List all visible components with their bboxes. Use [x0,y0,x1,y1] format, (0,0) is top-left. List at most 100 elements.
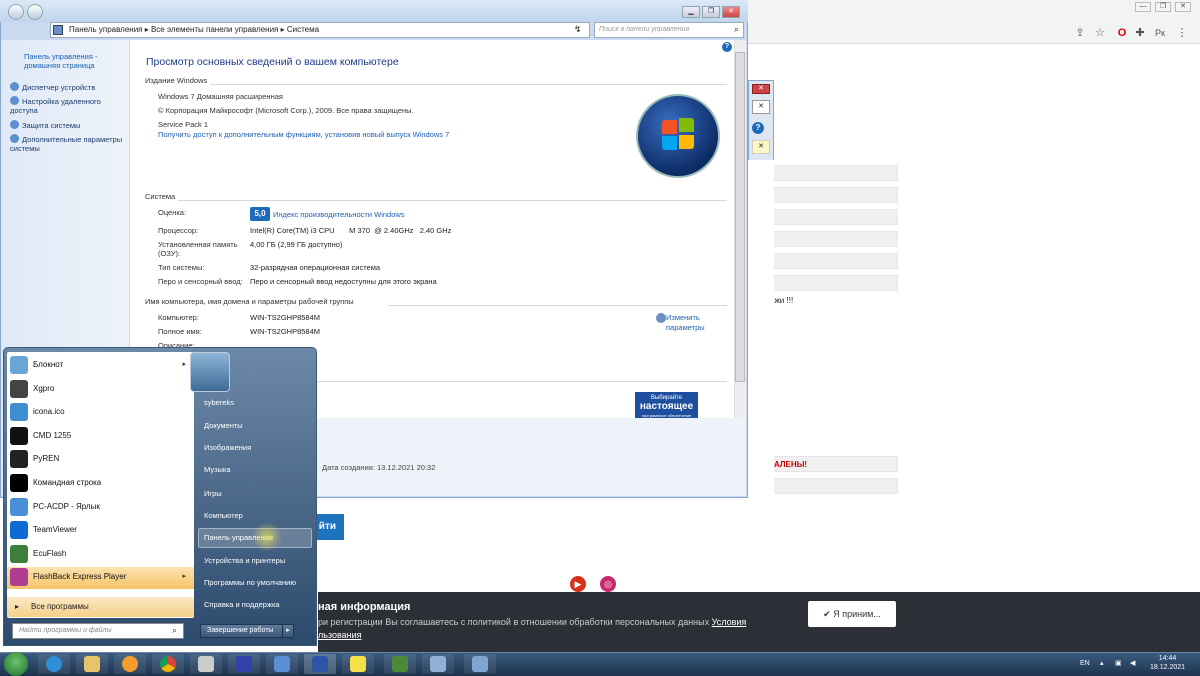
advanced-settings-link[interactable]: Дополнительные параметры системы [10,134,128,153]
close-icon[interactable]: ✕ [752,100,770,114]
share-icon[interactable]: ⇪ [1073,26,1087,40]
windows-logo [636,94,720,178]
app-taskbar-button[interactable] [384,654,416,674]
close-icon[interactable]: ✕ [752,84,770,94]
terms-link-cont[interactable]: льзования [318,630,362,640]
start-menu-link[interactable]: Программы по умолчанию [204,578,296,587]
app-taskbar-button[interactable] [342,654,374,674]
network-icon[interactable]: ▣ [1115,659,1122,667]
start-menu-link[interactable]: Изображения [204,443,251,452]
terms-link[interactable]: Условия [712,617,747,627]
breadcrumb-item[interactable]: Панель управления [69,25,143,34]
browser-minimize-button[interactable]: — [1135,2,1151,12]
back-button[interactable] [8,4,24,20]
program-item[interactable]: Блокнот ▸ [7,354,194,376]
app-taskbar-button[interactable] [422,654,454,674]
all-programs-button[interactable]: ▸ Все программы [7,597,194,617]
program-item[interactable]: CMD 1255 [7,425,194,447]
app-icon [198,656,214,672]
language-indicator[interactable]: EN [1080,660,1090,667]
form-field[interactable] [770,275,898,291]
help-icon[interactable]: ? [722,42,732,52]
start-menu-link[interactable]: Документы [204,421,243,430]
search-icon[interactable]: ⌕ [734,24,739,35]
close-icon[interactable]: ✕ [752,140,770,154]
change-settings-link[interactable]: Изменить параметры [666,313,716,333]
form-field[interactable] [770,187,898,203]
app-taskbar-button[interactable] [464,654,496,674]
program-item[interactable]: PyREN [7,448,194,470]
chrome-taskbar-button[interactable] [152,654,184,674]
program-item[interactable]: icona.ico [7,401,194,423]
program-item[interactable]: TeamViewer [7,519,194,541]
program-icon [10,356,28,374]
start-search-input[interactable]: Найти программы и файлы [12,623,184,639]
program-item[interactable]: Xgpro [7,378,194,400]
shutdown-options-icon[interactable]: ▸ [282,624,294,638]
maximize-button[interactable]: ❐ [702,6,720,18]
scrollbar-thumb[interactable] [735,52,745,382]
program-item[interactable]: EcuFlash [7,543,194,565]
program-item[interactable]: Командная строка [7,472,194,494]
start-button[interactable] [4,652,28,676]
start-menu-link[interactable]: Компьютер [204,511,243,520]
search-input[interactable]: Поиск в панели управления [594,22,744,38]
browser-restore-button[interactable]: ❐ [1155,2,1171,12]
form-field[interactable] [770,231,898,247]
star-icon[interactable]: ☆ [1093,26,1107,40]
control-panel-home-link[interactable]: Панель управления - домашняя страница [24,52,124,70]
minimize-button[interactable]: ▁ [682,6,700,18]
start-menu-link[interactable]: Устройства и принтеры [204,556,285,565]
browser-close-button[interactable]: ✕ [1175,2,1191,12]
form-field[interactable] [770,165,898,181]
extensions-icon[interactable]: ✚ [1133,26,1147,40]
shield-icon [10,96,19,105]
ram-label: Установленная память (ОЗУ): [158,240,238,258]
program-item[interactable]: PC-ACDP - Ярлык [7,496,194,518]
start-menu-link[interactable]: Игры [204,489,222,498]
clock[interactable]: 14:44 18.12.2021 [1150,654,1185,672]
genuine-software-badge[interactable]: Выбирайте настоящее программное обеспечени… [635,392,698,418]
app-taskbar-button[interactable] [266,654,298,674]
created-date: Дата создания: 13.12.2021 20:32 [322,463,436,472]
accept-button[interactable]: ✔ Я приним... [808,601,896,627]
pen-label: Перо и сенсорный ввод: [158,277,243,286]
program-icon [10,426,28,445]
breadcrumb-item[interactable]: Все элементы панели управления [151,25,278,34]
breadcrumb-item[interactable]: Система [287,25,319,34]
remote-access-link[interactable]: Настройка удаленного доступа [10,96,120,115]
app-taskbar-button[interactable] [190,654,222,674]
opera-icon[interactable]: O [1115,26,1129,40]
form-field[interactable] [770,209,898,225]
start-menu-link[interactable]: sybereks [204,398,234,407]
app-taskbar-button[interactable] [228,654,260,674]
explorer-taskbar-button[interactable] [76,654,108,674]
start-menu-link[interactable]: Музыка [204,465,231,474]
refresh-icon[interactable]: ↯ [574,24,582,35]
search-icon[interactable]: ⌕ [172,625,177,636]
upgrade-link[interactable]: Получить доступ к дополнительным функция… [158,130,449,139]
performance-index-link[interactable]: Индекс производительности Windows [273,210,405,219]
start-menu-link[interactable]: Справка и поддержка [204,600,280,609]
help-icon[interactable]: ? [752,122,764,134]
ie-taskbar-button[interactable] [38,654,70,674]
form-field[interactable] [770,478,898,494]
control-panel-taskbar-button[interactable] [304,654,336,674]
address-bar[interactable]: Панель управления ▸ Все элементы панели … [50,22,590,38]
tray-arrow-icon[interactable]: ▴ [1100,659,1104,667]
instagram-icon[interactable]: ◎ [600,576,616,592]
system-protection-link[interactable]: Защита системы [10,120,80,130]
device-manager-link[interactable]: Диспетчер устройств [10,82,95,92]
forward-button[interactable] [27,4,43,20]
vk-icon[interactable]: Рк [1153,26,1167,40]
shutdown-button[interactable]: Завершение работы [200,624,290,638]
app-icon [472,656,488,672]
youtube-icon[interactable]: ▶ [570,576,586,592]
close-button[interactable]: ✕ [722,6,740,18]
form-field[interactable] [770,253,898,269]
media-taskbar-button[interactable] [114,654,146,674]
menu-icon[interactable]: ⋮ [1175,26,1189,40]
program-item[interactable]: FlashBack Express Player ▸ [7,566,194,588]
user-avatar[interactable] [190,352,230,392]
volume-icon[interactable]: ◀ [1130,659,1135,667]
